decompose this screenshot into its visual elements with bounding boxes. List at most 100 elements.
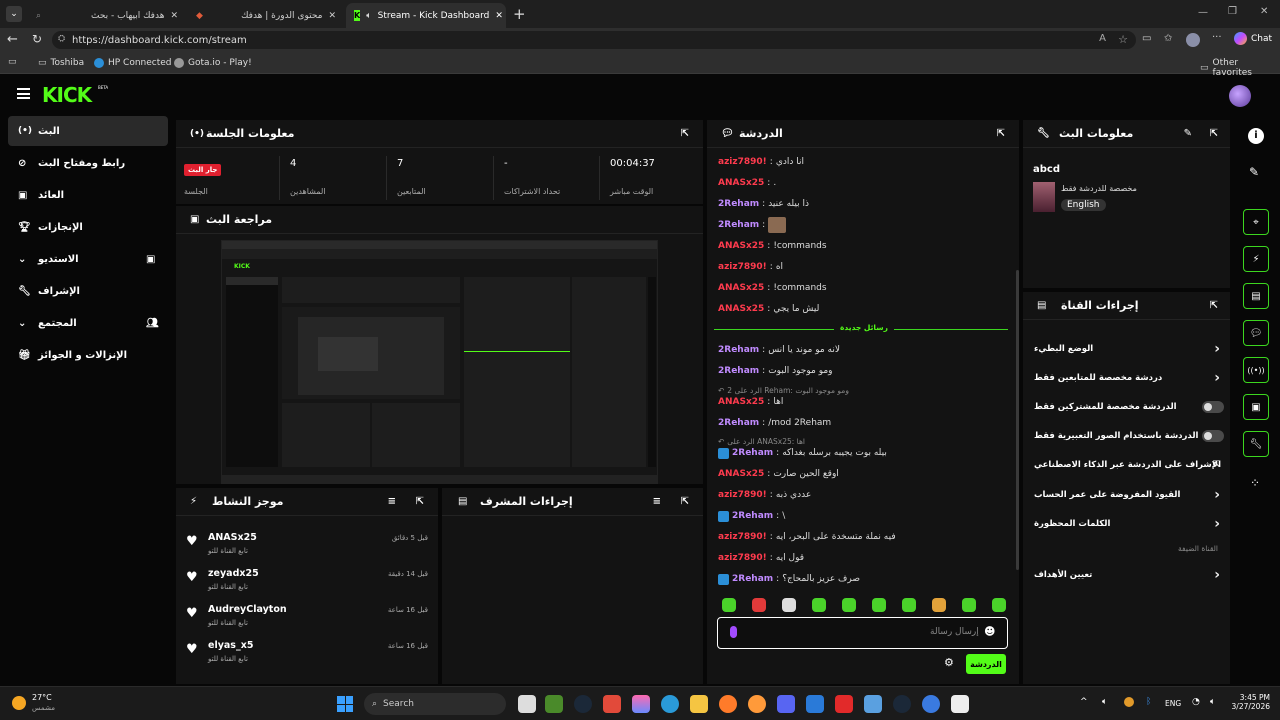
chat-input-box[interactable]: إرسال رسالة ☻ (717, 617, 1008, 649)
minecraft-icon[interactable] (545, 695, 563, 713)
weather-widget[interactable]: 27°C مشمس (12, 693, 72, 715)
sidebar-item-achievements[interactable]: 🏆︎ الإنجازات (8, 212, 168, 242)
emote-icon[interactable] (782, 598, 796, 612)
close-window-button[interactable]: ✕ (1260, 6, 1268, 17)
mail-icon[interactable] (806, 695, 824, 713)
other-favorites[interactable]: ▭ Other favorites (1200, 58, 1280, 78)
firefox-icon[interactable] (719, 695, 737, 713)
tab-search[interactable]: ⌕ هدفك ابيهاب - بحث ✕ (28, 3, 186, 28)
windows-start-icon[interactable] (337, 696, 353, 712)
close-icon[interactable]: ✕ (328, 11, 336, 21)
emote-icon[interactable] (902, 598, 916, 612)
more-menu-icon[interactable]: ··· (1212, 32, 1222, 43)
send-chat-button[interactable]: الدردشة (966, 654, 1006, 674)
close-icon[interactable]: ✕ (170, 11, 178, 21)
copilot-chat-button[interactable]: Chat (1234, 32, 1272, 45)
subscribers-only-toggle[interactable] (1202, 401, 1224, 413)
store-icon[interactable] (603, 695, 621, 713)
emote-icon[interactable] (962, 598, 976, 612)
steam-icon[interactable] (893, 695, 911, 713)
filter-icon[interactable]: ≡ (388, 496, 396, 507)
lightning-button[interactable]: ⚡︎ (1243, 246, 1269, 272)
account-age-row[interactable]: القيود المفروضة على عمر الحساب › (1034, 484, 1224, 506)
filter-icon[interactable]: ≡ (653, 496, 661, 507)
language-indicator[interactable]: ENG (1165, 699, 1181, 708)
info-icon[interactable]: i (1248, 128, 1264, 144)
tray-app-icon[interactable] (1124, 697, 1134, 707)
slow-mode-row[interactable]: الوضع البطيء › (1034, 338, 1224, 360)
user-avatar[interactable] (1229, 85, 1251, 107)
notepad-icon[interactable] (864, 695, 882, 713)
site-info-icon[interactable]: ⛭ (58, 34, 65, 44)
kick-logo[interactable]: KICK (42, 83, 92, 107)
favorites-icon[interactable]: ✩ (1164, 33, 1172, 44)
favorite-toshiba[interactable]: ▭ Toshiba (38, 58, 84, 68)
edit-pencil-icon[interactable]: ✎ (1184, 128, 1192, 139)
emote-only-toggle[interactable] (1202, 430, 1224, 442)
banned-words-row[interactable]: الكلمات المحظورة › (1034, 513, 1224, 535)
broadcast-button[interactable]: ((•)) (1243, 357, 1269, 383)
emote-icon[interactable] (872, 598, 886, 612)
edit-pencil-icon[interactable]: ✎ (1249, 165, 1259, 179)
hamburger-menu-icon[interactable] (17, 88, 30, 99)
sidebar-item-studio[interactable]: ⌄ الاستديو ▣ (8, 244, 168, 274)
emoji-icon[interactable]: ☻ (984, 625, 995, 638)
read-aloud-icon[interactable]: A (1099, 33, 1106, 44)
sidebar-item-revenue[interactable]: ▣ العائد (8, 180, 168, 210)
popout-icon[interactable]: ⇱ (681, 128, 689, 139)
maximize-button[interactable]: ❐ (1228, 6, 1237, 17)
popout-icon[interactable]: ⇱ (1210, 128, 1218, 139)
clock[interactable]: 3:45 PM 3/27/2026 (1226, 693, 1270, 711)
sidebar-item-drops-rewards[interactable]: 🎁︎ الإنزالات و الجوائز (8, 340, 168, 370)
stream-preview-video[interactable]: KICK (221, 240, 658, 484)
tab-kick-dashboard[interactable]: K 🔈︎ Stream - Kick Dashboard ✕ (346, 3, 506, 28)
close-icon[interactable]: ✕ (495, 11, 503, 21)
tab-menu-button[interactable]: ⌄ (6, 6, 22, 22)
emote-icon[interactable] (932, 598, 946, 612)
task-view-icon[interactable] (518, 695, 536, 713)
address-bar[interactable]: ⛭ https://dashboard.kick.com/stream A ☆ (52, 31, 1136, 49)
tab-course[interactable]: ◆ محتوى الدورة | هدفك ✕ (188, 3, 344, 28)
collections-icon[interactable]: ▭ (8, 57, 17, 67)
sidebar-item-stream-key[interactable]: ⊘ رابط ومفتاح البث (8, 148, 168, 178)
app-icon[interactable] (922, 695, 940, 713)
emote-icon[interactable] (722, 598, 736, 612)
profile-avatar[interactable] (1186, 33, 1200, 47)
user-card-button[interactable]: ▣ (1243, 394, 1269, 420)
sidebar-item-stream[interactable]: (•) البث (8, 116, 168, 146)
youtube-icon[interactable] (835, 695, 853, 713)
network-icon[interactable]: ◔ (1192, 697, 1200, 707)
document-icon[interactable] (951, 695, 969, 713)
favorite-hp-connected[interactable]: HP Connected (94, 58, 172, 68)
chat-scrollbar[interactable] (1016, 270, 1019, 570)
discord-icon[interactable] (777, 695, 795, 713)
sidebar-item-moderation[interactable]: 🔧︎ الإشراف (8, 276, 168, 306)
emote-icon[interactable] (812, 598, 826, 612)
app-icon[interactable] (632, 695, 650, 713)
back-icon[interactable]: ← (7, 32, 18, 47)
tray-chevron-icon[interactable]: ^ (1080, 697, 1088, 707)
emote-icon[interactable] (842, 598, 856, 612)
chat-settings-icon[interactable]: ⚙︎ (944, 656, 954, 669)
speaker-icon[interactable]: 🔈︎ (366, 11, 371, 21)
popout-icon[interactable]: ⇱ (997, 128, 1005, 139)
ai-moderation-row[interactable]: الإشراف على الدردشة عبر الذكاء الاصطناعي… (1034, 454, 1224, 476)
popout-icon[interactable]: ⇱ (681, 496, 689, 507)
minimize-button[interactable]: — (1198, 7, 1208, 18)
emote-icon[interactable] (752, 598, 766, 612)
taskbar-search[interactable]: ⌕ Search (364, 693, 506, 715)
app-icon[interactable] (748, 695, 766, 713)
more-apps-icon[interactable]: ⁘ (1250, 476, 1260, 490)
edge-icon[interactable] (661, 695, 679, 713)
steam-icon[interactable] (574, 695, 592, 713)
favorite-star-icon[interactable]: ☆ (1118, 33, 1128, 46)
chat-button[interactable]: 💬︎ (1243, 320, 1269, 346)
volume-icon[interactable]: 🔈︎ (1102, 697, 1107, 707)
reload-icon[interactable]: ↻ (32, 32, 42, 46)
file-explorer-icon[interactable] (690, 695, 708, 713)
bluetooth-icon[interactable]: ᛒ (1146, 697, 1151, 707)
popout-icon[interactable]: ⇱ (416, 496, 424, 507)
wrench-button[interactable]: 🔧︎ (1243, 431, 1269, 457)
sidebar-item-community[interactable]: ⌄ المجتمع 👥︎ (8, 308, 168, 338)
microphone-icon[interactable] (730, 626, 737, 638)
